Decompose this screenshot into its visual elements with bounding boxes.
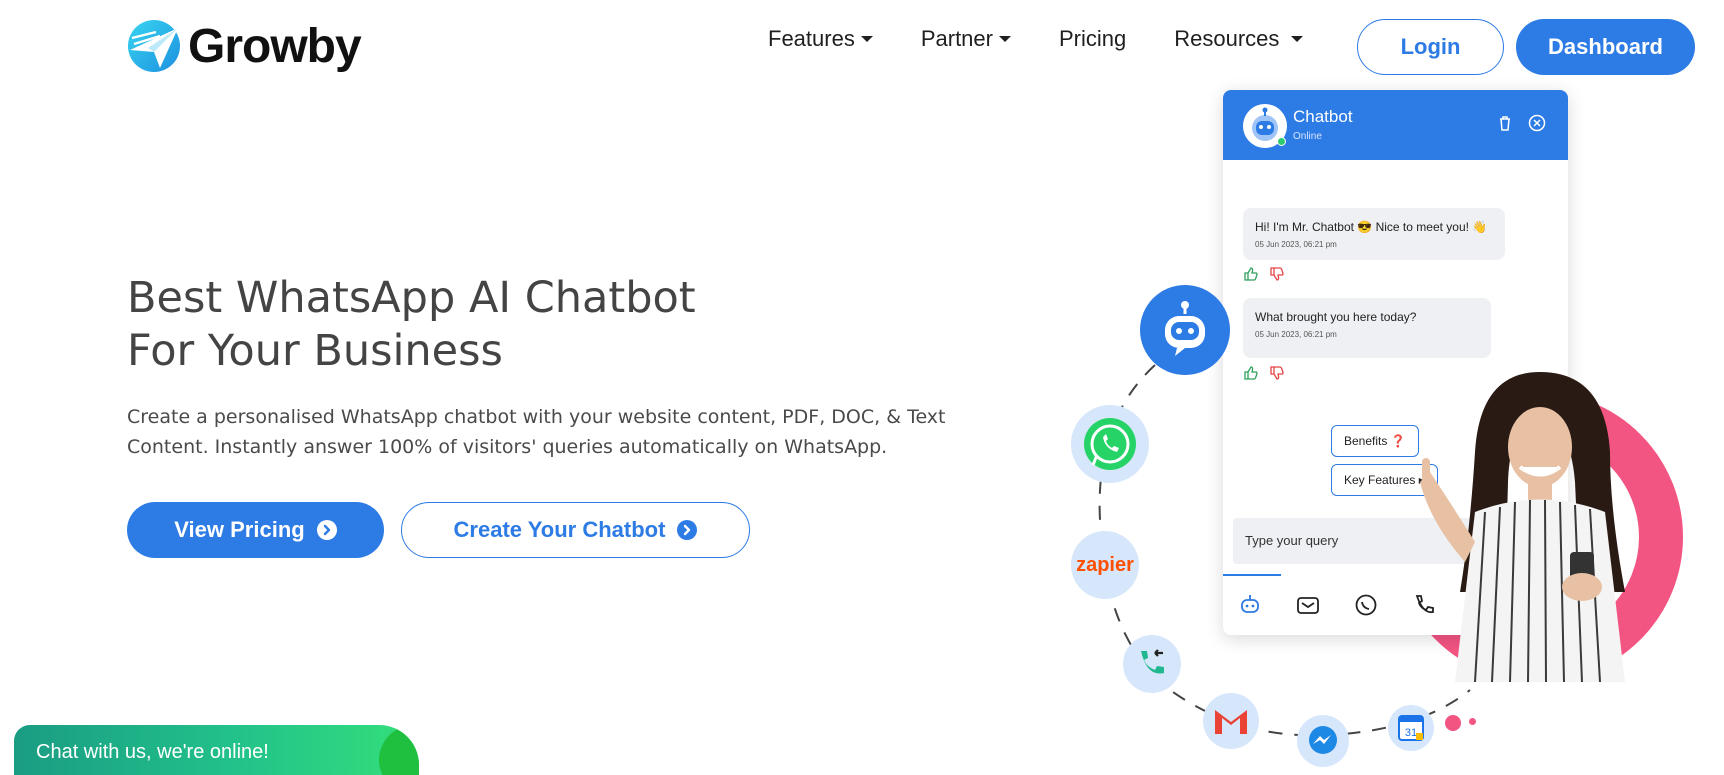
thumbs-up-icon [1244,267,1258,281]
live-chat-launcher[interactable]: Chat with us, we're online! [14,725,419,775]
chat-message: Hi! I'm Mr. Chatbot 😎 Nice to meet you! … [1243,208,1505,260]
chatbot-status: Online [1293,131,1322,142]
active-tab-indicator [1223,574,1281,576]
messenger-icon [1297,715,1349,767]
caret-down-icon [860,36,873,42]
chat-message: What brought you here today? 05 Jun 2023… [1243,298,1491,358]
create-chatbot-label: Create Your Chatbot [453,517,666,542]
nav-resources[interactable]: Resources [1174,26,1304,52]
zapier-icon: zapier [1071,531,1139,599]
gmail-icon [1203,693,1259,749]
nav-resources-label: Resources [1174,26,1280,51]
phone-callback-icon [1123,635,1181,693]
hero-title-line1: Best WhatsApp AI Chatbot [127,273,696,323]
login-button[interactable]: Login [1357,19,1504,75]
whatsapp-icon [1355,594,1377,616]
thumbs-up-icon [1244,366,1258,380]
nav-features[interactable]: Features [768,26,873,52]
google-calendar-icon: 31 [1388,705,1434,751]
chatbot-title: Chatbot [1293,107,1353,126]
hero-subtitle: Create a personalised WhatsApp chatbot w… [127,402,947,462]
paper-plane-logo-icon [128,20,180,72]
trash-icon [1500,116,1510,131]
main-nav: Features Partner Pricing Resources [768,26,1351,52]
whatsapp-icon [1071,405,1149,483]
hero-title: Best WhatsApp AI Chatbot For Your Busine… [127,272,887,378]
caret-down-icon [1291,36,1304,42]
hero-title-line2: For Your Business [127,326,503,376]
caret-down-icon [998,36,1011,42]
nav-pricing[interactable]: Pricing [1059,26,1126,52]
view-pricing-label: View Pricing [174,517,305,542]
thumbs-down-icon [1270,267,1284,281]
message-time: 05 Jun 2023, 06:21 pm [1255,240,1337,249]
pink-dot [1469,718,1476,725]
message-time: 05 Jun 2023, 06:21 pm [1255,330,1337,339]
nav-partner-label: Partner [920,26,993,51]
calendar-day: 31 [1405,727,1417,739]
create-chatbot-button[interactable]: Create Your Chatbot [401,502,750,558]
chatbot-header: Chatbot Online [1223,90,1568,160]
message-text: What brought you here today? [1255,310,1417,324]
online-status-dot [1277,137,1286,146]
nav-pricing-label: Pricing [1058,26,1127,51]
message-text: Hi! I'm Mr. Chatbot 😎 Nice to meet you! … [1255,220,1488,234]
message-reactions [1243,365,1285,381]
view-pricing-button[interactable]: View Pricing [127,502,384,558]
email-icon [1297,597,1319,614]
dashboard-button[interactable]: Dashboard [1516,19,1695,75]
thumbs-down-icon [1270,366,1284,380]
brand-name: Growby [188,19,362,73]
chevron-right-circle-icon [316,520,337,540]
zapier-label: zapier [1076,553,1134,576]
brand-logo[interactable]: Growby [126,18,362,74]
hero-subtitle-line2: Content. Instantly answer 100% of visito… [127,436,888,458]
robot-icon [1140,285,1230,375]
nav-features-label: Features [768,26,855,51]
nav-partner[interactable]: Partner [921,26,1011,52]
robot-icon [1241,595,1259,613]
chevron-right-circle-icon [677,520,698,540]
woman-pointing-illustration [1420,372,1625,682]
hero-subtitle-line1: Create a personalised WhatsApp chatbot w… [127,406,946,428]
close-icon [1528,114,1546,132]
live-chat-label: Chat with us, we're online! [36,741,269,763]
quick-reply-benefits: Benefits ❓ [1331,425,1419,457]
message-reactions [1243,266,1285,282]
pink-dot [1445,715,1461,731]
